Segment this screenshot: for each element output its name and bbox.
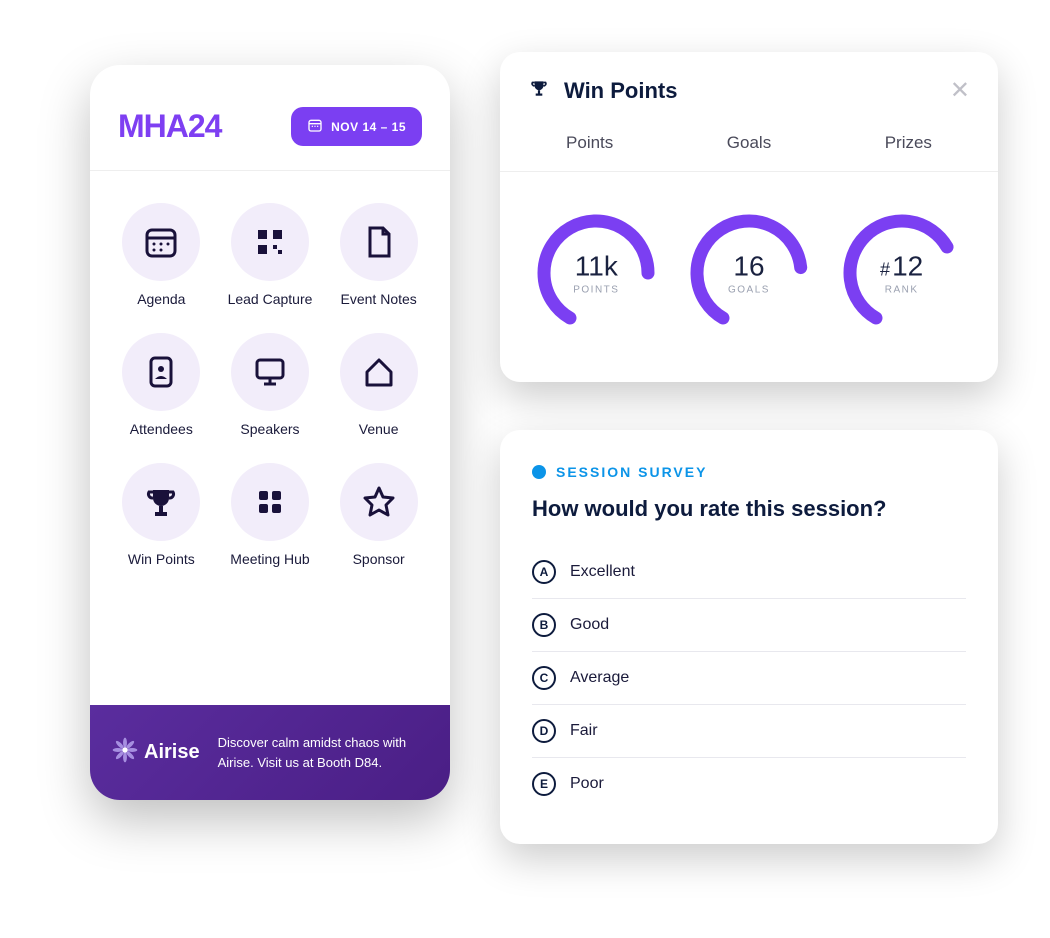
sponsor-banner[interactable]: Airise Discover calm amidst chaos with A… — [90, 705, 450, 800]
badge-icon — [122, 333, 200, 411]
date-button[interactable]: NOV 14 – 15 — [291, 107, 422, 146]
option-text: Fair — [570, 722, 598, 740]
grid-item-speakers[interactable]: Speakers — [221, 333, 320, 437]
gauge: #12 RANK — [837, 208, 967, 338]
option-text: Poor — [570, 775, 604, 793]
status-dot-icon — [532, 465, 546, 479]
date-label: NOV 14 – 15 — [331, 120, 406, 134]
calendar-icon — [307, 117, 323, 136]
star-icon — [340, 463, 418, 541]
gauge: 16 GOALS — [684, 208, 814, 338]
win-points-card: Win Points ✕ Points Goals Prizes 11k POI… — [500, 52, 998, 382]
home-icon — [340, 333, 418, 411]
option-text: Good — [570, 616, 609, 634]
close-icon[interactable]: ✕ — [950, 76, 970, 105]
trophy-icon — [528, 77, 550, 104]
grid-label: Speakers — [240, 421, 299, 437]
survey-options: A Excellent B Good C Average D Fair E Po… — [532, 546, 966, 810]
grid-label: Meeting Hub — [230, 551, 309, 567]
trophy-icon — [122, 463, 200, 541]
banner-brand: Airise — [112, 737, 200, 769]
grid-label: Attendees — [130, 421, 193, 437]
survey-option[interactable]: E Poor — [532, 758, 966, 810]
survey-tag-text: SESSION SURVEY — [556, 464, 707, 480]
banner-text: Discover calm amidst chaos with Airise. … — [218, 733, 428, 772]
tab-prizes[interactable]: Prizes — [829, 123, 988, 171]
grid-label: Sponsor — [353, 551, 405, 567]
option-text: Excellent — [570, 563, 635, 581]
app-grid: Agenda Lead Capture Event Notes Attendee… — [90, 171, 450, 599]
grid-label: Event Notes — [341, 291, 417, 307]
option-letter: B — [532, 613, 556, 637]
app-logo: MHA24 — [118, 108, 221, 145]
option-letter: A — [532, 560, 556, 584]
calendar-icon — [122, 203, 200, 281]
document-icon — [340, 203, 418, 281]
grid-item-lead-capture[interactable]: Lead Capture — [221, 203, 320, 307]
grid-label: Win Points — [128, 551, 195, 567]
monitor-icon — [231, 333, 309, 411]
gauges-row: 11k POINTS 16 GOALS #12 RANK — [500, 172, 998, 382]
survey-option[interactable]: B Good — [532, 599, 966, 652]
points-tabs: Points Goals Prizes — [500, 123, 998, 172]
tiles-icon — [231, 463, 309, 541]
option-letter: E — [532, 772, 556, 796]
grid-item-meeting-hub[interactable]: Meeting Hub — [221, 463, 320, 567]
grid-item-event-notes[interactable]: Event Notes — [329, 203, 428, 307]
phone-header: MHA24 NOV 14 – 15 — [90, 65, 450, 171]
survey-card: SESSION SURVEY How would you rate this s… — [500, 430, 998, 844]
survey-option[interactable]: D Fair — [532, 705, 966, 758]
survey-option[interactable]: A Excellent — [532, 546, 966, 599]
tab-goals[interactable]: Goals — [669, 123, 828, 171]
gauge: 11k POINTS — [531, 208, 661, 338]
grid-label: Lead Capture — [228, 291, 313, 307]
option-letter: C — [532, 666, 556, 690]
flower-icon — [112, 737, 138, 769]
qrcode-icon — [231, 203, 309, 281]
grid-label: Venue — [359, 421, 399, 437]
survey-question: How would you rate this session? — [532, 496, 966, 522]
grid-item-venue[interactable]: Venue — [329, 333, 428, 437]
grid-item-attendees[interactable]: Attendees — [112, 333, 211, 437]
grid-item-sponsor[interactable]: Sponsor — [329, 463, 428, 567]
option-text: Average — [570, 669, 629, 687]
points-header: Win Points ✕ — [500, 52, 998, 123]
tab-points[interactable]: Points — [510, 123, 669, 171]
points-title: Win Points — [564, 78, 936, 104]
grid-item-agenda[interactable]: Agenda — [112, 203, 211, 307]
option-letter: D — [532, 719, 556, 743]
survey-tag: SESSION SURVEY — [532, 464, 966, 480]
grid-label: Agenda — [137, 291, 185, 307]
phone-card: MHA24 NOV 14 – 15 Agenda Lead Capture — [90, 65, 450, 800]
grid-item-win-points[interactable]: Win Points — [112, 463, 211, 567]
survey-option[interactable]: C Average — [532, 652, 966, 705]
